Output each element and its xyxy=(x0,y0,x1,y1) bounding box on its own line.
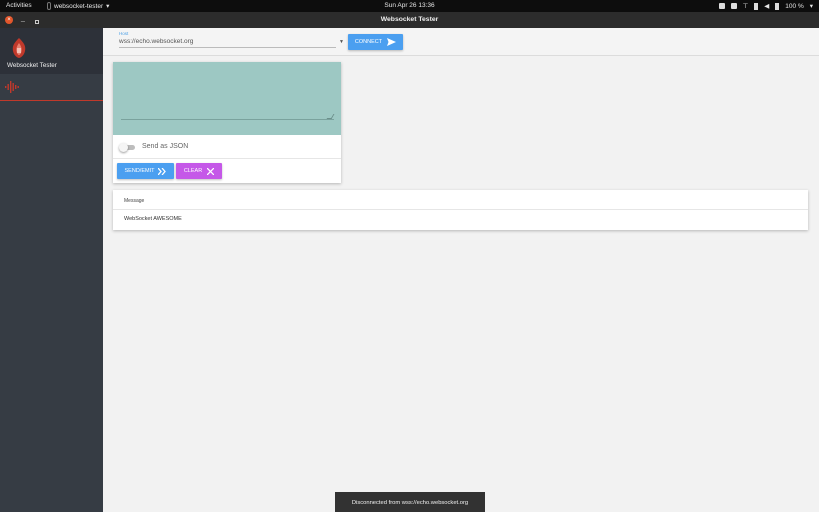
sidebar-item-websocket[interactable] xyxy=(0,74,103,101)
send-emit-button[interactable]: SEND/EMIT xyxy=(117,163,174,179)
json-toggle-switch[interactable] xyxy=(119,143,128,152)
message-composer: Send as JSON SEND/EMIT CLEAR xyxy=(113,62,341,183)
app-logo-icon xyxy=(12,38,26,58)
clock[interactable]: Sun Apr 26 13:36 xyxy=(0,2,819,9)
sidebar: Websocket Tester xyxy=(0,28,103,512)
message-cell: WebSocket AWESOME xyxy=(124,216,182,222)
table-row[interactable]: WebSocket AWESOME xyxy=(113,210,808,230)
sidebar-header: Websocket Tester xyxy=(0,28,103,74)
connect-button-label: CONNECT xyxy=(354,39,383,45)
message-area xyxy=(113,62,341,135)
message-log-table: Message WebSocket AWESOME xyxy=(113,190,808,230)
phone-icon xyxy=(754,2,759,10)
json-toggle-row: Send as JSON xyxy=(113,135,341,159)
close-icon xyxy=(207,167,215,175)
clear-button[interactable]: CLEAR xyxy=(176,163,222,179)
volume-icon: ◀ xyxy=(764,3,770,10)
network-icon: ⊤ xyxy=(742,3,749,10)
message-input[interactable] xyxy=(121,70,334,120)
json-toggle-label: Send as JSON xyxy=(142,143,189,150)
battery-icon xyxy=(775,2,780,10)
system-top-bar: Activities websocket-tester ▾ Sun Apr 26… xyxy=(0,0,819,12)
column-header-message: Message xyxy=(124,198,145,204)
send-button-label: SEND/EMIT xyxy=(124,168,155,174)
sidebar-app-name: Websocket Tester xyxy=(7,62,57,69)
send-icon xyxy=(387,38,397,46)
shield-tray-icon xyxy=(730,3,737,9)
connection-bar: Host wss://echo.websocket.org ▼ CONNECT xyxy=(103,28,819,56)
clear-button-label: CLEAR xyxy=(183,168,203,174)
double-chevron-right-icon xyxy=(158,167,167,175)
screenshot-tray-icon xyxy=(718,3,725,9)
window-title: Websocket Tester xyxy=(380,16,439,23)
status-menu[interactable]: ⊤ ◀ 100 % ▾ xyxy=(718,2,813,10)
table-header: Message xyxy=(113,190,808,210)
window-titlebar: × _ Websocket Tester xyxy=(0,12,819,28)
host-input[interactable]: wss://echo.websocket.org xyxy=(119,38,193,45)
host-input-underline xyxy=(119,47,336,48)
host-label: Host xyxy=(119,31,129,36)
status-snackbar: Disconnected from wss://echo.websocket.o… xyxy=(335,492,485,512)
waveform-icon xyxy=(5,81,19,93)
connect-button[interactable]: CONNECT xyxy=(348,34,403,50)
host-dropdown-icon[interactable]: ▼ xyxy=(339,39,344,45)
battery-percentage: 100 % xyxy=(785,2,804,10)
chevron-down-icon: ▾ xyxy=(809,3,813,10)
